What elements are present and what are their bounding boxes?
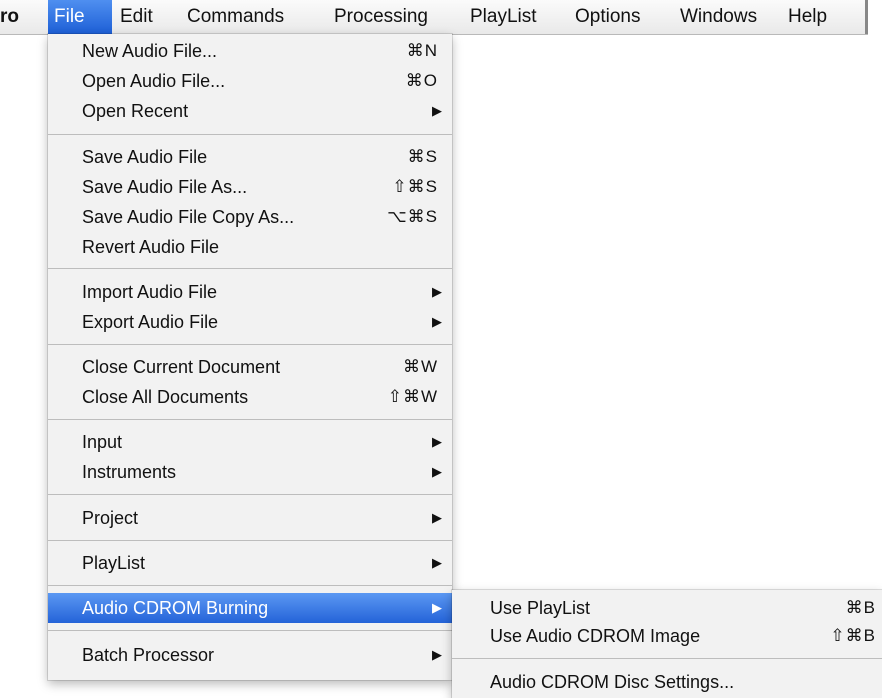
menu-item-label: Close All Documents xyxy=(82,387,249,407)
menu-item-label: New Audio File... xyxy=(82,41,218,61)
menu-separator xyxy=(48,540,452,541)
menu-item-open-audio-file[interactable]: Open Audio File... ⌘O xyxy=(48,66,452,96)
menu-item-label: Batch Processor xyxy=(82,645,215,665)
menu-item-playlist[interactable]: PlayList ▶ xyxy=(48,548,452,578)
submenu-arrow-icon: ▶ xyxy=(432,314,442,329)
submenu-arrow-icon: ▶ xyxy=(432,647,442,662)
menu-item-audio-cdrom-burning[interactable]: Audio CDROM Burning ▶ xyxy=(48,593,452,623)
menu-item-input[interactable]: Input ▶ xyxy=(48,427,452,457)
shortcut-label: ⌘N xyxy=(406,41,438,60)
menu-item-save-audio-file-copy-as[interactable]: Save Audio File Copy As... ⌥⌘S xyxy=(48,202,452,232)
menubar-commands[interactable]: Commands xyxy=(187,0,284,34)
menu-separator xyxy=(48,494,452,495)
submenu-arrow-icon: ▶ xyxy=(432,510,442,525)
menu-item-new-audio-file[interactable]: New Audio File... ⌘N xyxy=(48,36,452,66)
menubar-app-name[interactable]: ro xyxy=(0,0,19,34)
menubar-edge xyxy=(865,0,868,34)
menubar-help[interactable]: Help xyxy=(788,0,827,34)
menubar-options[interactable]: Options xyxy=(575,0,640,34)
menu-separator xyxy=(452,658,882,659)
menu-item-save-audio-file-as[interactable]: Save Audio File As... ⇧⌘S xyxy=(48,172,452,202)
menu-item-label: Save Audio File Copy As... xyxy=(82,207,295,227)
menu-item-project[interactable]: Project ▶ xyxy=(48,503,452,533)
menubar-processing[interactable]: Processing xyxy=(334,0,428,34)
menu-item-label: Export Audio File xyxy=(82,312,219,332)
menu-separator xyxy=(48,630,452,631)
submenu-arrow-icon: ▶ xyxy=(432,464,442,479)
shortcut-label: ⇧⌘S xyxy=(392,177,438,196)
menubar-file[interactable]: File xyxy=(48,0,112,34)
menu-item-batch-processor[interactable]: Batch Processor ▶ xyxy=(48,640,452,670)
menu-item-label: Use PlayList xyxy=(490,598,591,618)
file-menu: New Audio File... ⌘N Open Audio File... … xyxy=(48,34,452,680)
menu-item-label: Audio CDROM Disc Settings... xyxy=(490,672,735,692)
shortcut-label: ⌘S xyxy=(407,147,438,166)
menu-item-label: PlayList xyxy=(82,553,146,573)
submenu-arrow-icon: ▶ xyxy=(432,434,442,449)
menu-item-label: Open Recent xyxy=(82,101,189,121)
menu-separator xyxy=(48,268,452,269)
shortcut-label: ⌘W xyxy=(402,357,438,376)
shortcut-label: ⇧⌘W xyxy=(387,387,438,406)
menu-separator xyxy=(48,134,452,135)
menu-item-label: Save Audio File xyxy=(82,147,208,167)
submenu-item-use-audio-cdrom-image[interactable]: Use Audio CDROM Image ⇧⌘B xyxy=(452,621,882,651)
shortcut-label: ⇧⌘B xyxy=(830,626,876,645)
menu-bar: ro File Edit Commands Processing PlayLis… xyxy=(0,0,868,35)
shortcut-label: ⌥⌘S xyxy=(387,207,438,226)
menu-item-label: Import Audio File xyxy=(82,282,218,302)
submenu-arrow-icon: ▶ xyxy=(432,284,442,299)
submenu-arrow-icon: ▶ xyxy=(432,103,442,118)
menu-item-label: Save Audio File As... xyxy=(82,177,248,197)
menu-item-close-all-documents[interactable]: Close All Documents ⇧⌘W xyxy=(48,382,452,412)
menu-separator xyxy=(48,585,452,586)
audio-cdrom-burning-submenu: Use PlayList ⌘B Use Audio CDROM Image ⇧⌘… xyxy=(452,590,882,698)
menu-item-open-recent[interactable]: Open Recent ▶ xyxy=(48,96,452,126)
shortcut-label: ⌘O xyxy=(405,71,438,90)
menu-item-label: Open Audio File... xyxy=(82,71,226,91)
menu-item-label: Close Current Document xyxy=(82,357,281,377)
submenu-arrow-icon: ▶ xyxy=(432,600,442,615)
menu-item-instruments[interactable]: Instruments ▶ xyxy=(48,457,452,487)
shortcut-label: ⌘B xyxy=(845,598,876,617)
submenu-item-use-playlist[interactable]: Use PlayList ⌘B xyxy=(452,593,882,623)
menu-item-save-audio-file[interactable]: Save Audio File ⌘S xyxy=(48,142,452,172)
submenu-item-audio-cdrom-disc-settings[interactable]: Audio CDROM Disc Settings... xyxy=(452,667,882,697)
menu-item-label: Instruments xyxy=(82,462,177,482)
menubar-edit[interactable]: Edit xyxy=(120,0,153,34)
submenu-arrow-icon: ▶ xyxy=(432,555,442,570)
menubar-windows[interactable]: Windows xyxy=(680,0,757,34)
menu-separator xyxy=(48,344,452,345)
menu-item-close-current-document[interactable]: Close Current Document ⌘W xyxy=(48,352,452,382)
menu-item-revert-audio-file[interactable]: Revert Audio File xyxy=(48,232,452,262)
menu-item-label: Use Audio CDROM Image xyxy=(490,626,701,646)
menu-item-label: Revert Audio File xyxy=(82,237,220,257)
menu-item-label: Input xyxy=(82,432,123,452)
menu-separator xyxy=(48,419,452,420)
menu-item-import-audio-file[interactable]: Import Audio File ▶ xyxy=(48,277,452,307)
menu-item-label: Project xyxy=(82,508,139,528)
menu-item-export-audio-file[interactable]: Export Audio File ▶ xyxy=(48,307,452,337)
menu-item-label: Audio CDROM Burning xyxy=(82,598,269,618)
menubar-playlist[interactable]: PlayList xyxy=(470,0,537,34)
